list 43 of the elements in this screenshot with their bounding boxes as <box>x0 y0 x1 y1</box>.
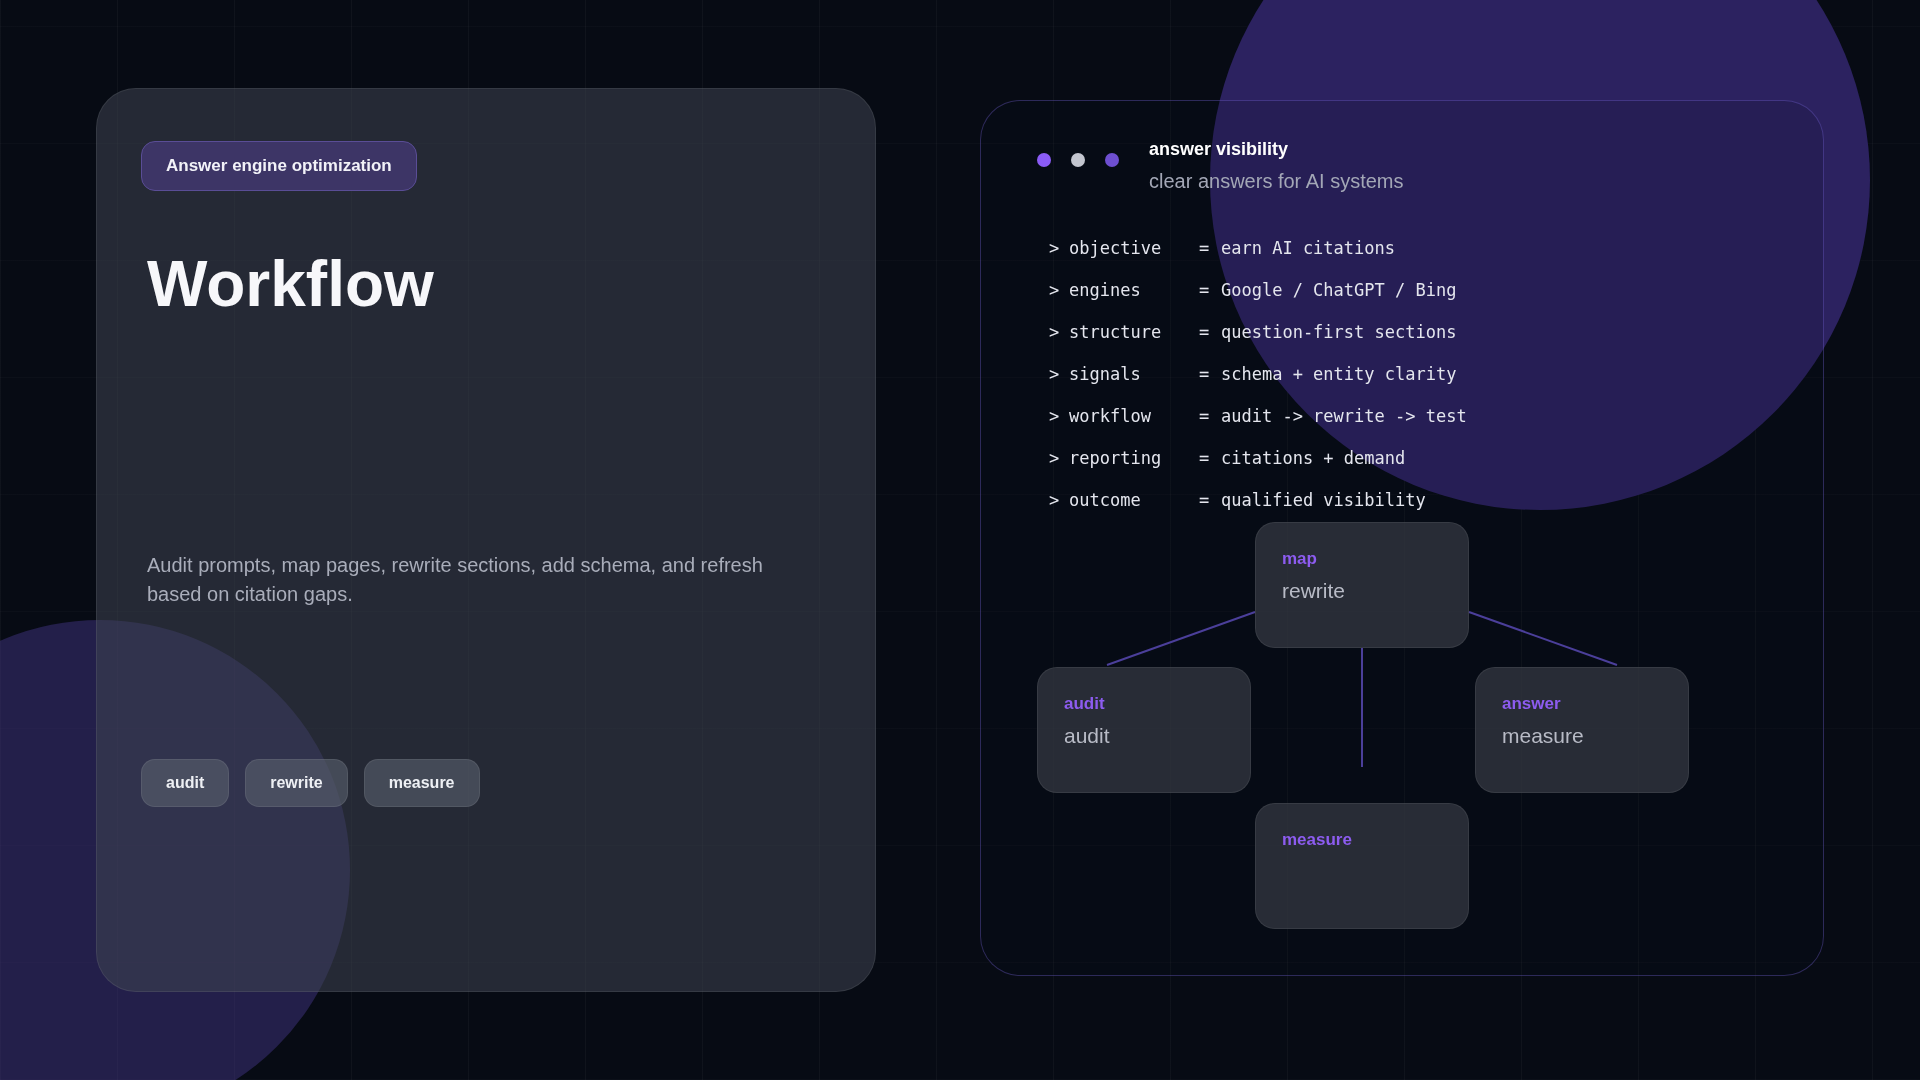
code-value: qualified visibility <box>1221 490 1427 510</box>
code-key: objective <box>1069 238 1199 258</box>
prompt-symbol: > <box>1049 364 1061 384</box>
equals-sign: = <box>1199 406 1211 426</box>
code-value: citations + demand <box>1221 448 1407 468</box>
card-title: answer visibility <box>1149 139 1290 160</box>
code-value: Google / ChatGPT / Bing <box>1221 280 1458 300</box>
step-chip: audit <box>141 759 230 807</box>
prompt-symbol: > <box>1049 406 1061 426</box>
node-text: measure <box>1502 724 1584 748</box>
equals-sign: = <box>1199 322 1211 342</box>
prompt-symbol: > <box>1049 322 1061 342</box>
step-chip: measure <box>363 759 480 807</box>
equals-sign: = <box>1199 490 1211 510</box>
equals-sign: = <box>1199 280 1211 300</box>
prompt-symbol: > <box>1049 238 1061 258</box>
equals-sign: = <box>1199 238 1211 258</box>
description: Audit prompts, map pages, rewrite sections, add schema, and refresh based on citation gaps. <box>147 553 764 607</box>
code-key: engines <box>1069 280 1199 300</box>
node-label: measure <box>1282 830 1352 850</box>
code-value: audit -> rewrite -> test <box>1221 406 1468 426</box>
prompt-symbol: > <box>1049 448 1061 468</box>
equals-sign: = <box>1199 364 1211 384</box>
code-key: workflow <box>1069 406 1199 426</box>
code-key: structure <box>1069 322 1199 342</box>
card-subtitle: clear answers for AI systems <box>1149 170 1404 193</box>
category-badge: Answer engine optimization <box>141 141 417 191</box>
code-key: reporting <box>1069 448 1199 468</box>
code-value: earn AI citations <box>1221 238 1396 258</box>
equals-sign: = <box>1199 448 1211 468</box>
page-title: Workflow <box>147 247 435 321</box>
prompt-symbol: > <box>1049 490 1061 510</box>
code-key: outcome <box>1069 490 1199 510</box>
code-key: signals <box>1069 364 1199 384</box>
node-label: answer <box>1502 694 1561 714</box>
prompt-symbol: > <box>1049 280 1061 300</box>
node-text: audit <box>1064 724 1110 748</box>
node-text: rewrite <box>1282 579 1345 603</box>
step-chip: rewrite <box>245 759 348 807</box>
code-value: question-first sections <box>1221 322 1458 342</box>
node-label: map <box>1282 549 1317 569</box>
node-label: audit <box>1064 694 1105 714</box>
code-value: schema + entity clarity <box>1221 364 1458 384</box>
